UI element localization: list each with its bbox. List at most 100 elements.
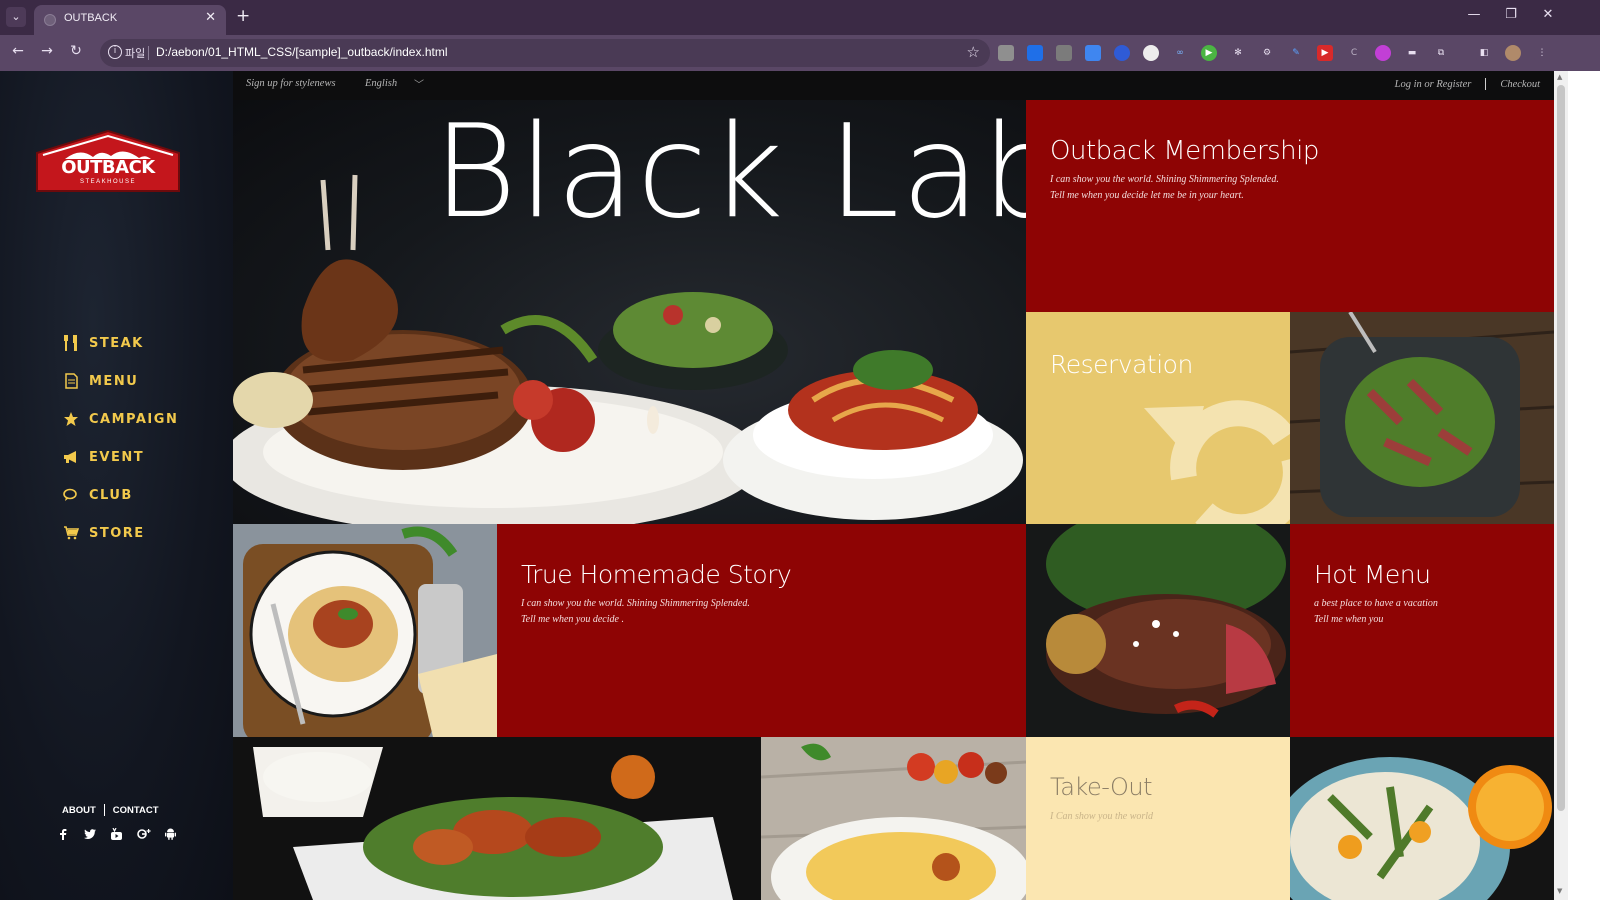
main-nav: STEAK MENU CAMPAIGN EVENT CLUB STORE [62, 324, 178, 552]
youtube-icon[interactable] [103, 825, 130, 843]
outback-logo[interactable]: OUTBACK STEAKHOUSE [35, 129, 181, 195]
browser-toolbar: ← → ↻ i 파일 D:/aebon/01_HTML_CSS/[sample]… [0, 35, 1600, 71]
pasta-board-image [233, 524, 497, 737]
hot-menu-tile[interactable]: Hot Menu a best place to have a vacation… [1290, 524, 1554, 737]
side-panel-icon[interactable]: ◧ [1476, 45, 1492, 61]
extension-icon[interactable]: ▶ [1317, 45, 1333, 61]
hero-title: Black Label [433, 100, 1026, 247]
pen-icon[interactable]: ✎ [1288, 45, 1304, 61]
nav-item-steak[interactable]: STEAK [62, 324, 178, 362]
takeout-tile[interactable]: Take-Out I Can show you the world [1026, 737, 1290, 900]
salad-plate-image [1290, 312, 1554, 524]
bookmark-star-icon[interactable]: ☆ [967, 43, 980, 61]
google-plus-icon[interactable] [130, 825, 157, 843]
play-extension-icon[interactable]: ▶ [1201, 45, 1217, 61]
forward-icon[interactable]: → [37, 43, 57, 59]
minimize-icon[interactable]: — [1464, 7, 1484, 22]
extension-icon[interactable] [1375, 45, 1391, 61]
gear-icon[interactable]: ⚙ [1259, 45, 1275, 61]
contact-link[interactable]: CONTACT [113, 805, 159, 816]
scroll-up-icon[interactable]: ▲ [1557, 73, 1562, 81]
web-page: OUTBACK STEAKHOUSE STEAK MENU CAMPAIGN E… [0, 71, 1600, 900]
page-scrollbar[interactable]: ▲ ▼ [1554, 71, 1568, 900]
membership-tile[interactable]: Outback Membership I can show you the wo… [1026, 100, 1554, 312]
checkout-link[interactable]: Checkout [1500, 79, 1540, 90]
nav-label: STORE [89, 525, 145, 541]
tab-title: OUTBACK [64, 12, 118, 24]
nav-item-campaign[interactable]: CAMPAIGN [62, 400, 178, 438]
megaphone-icon [62, 448, 80, 466]
story-text-2: Tell me when you decide . [521, 614, 624, 625]
about-link[interactable]: ABOUT [62, 805, 96, 816]
window-close-icon[interactable]: ✕ [1538, 7, 1558, 22]
nav-label: STEAK [89, 335, 144, 351]
new-tab-button[interactable]: + [236, 6, 250, 26]
close-tab-icon[interactable]: ✕ [205, 10, 216, 25]
link-icon[interactable]: ∞ [1172, 45, 1188, 61]
chevron-down-icon[interactable]: ﹀ [414, 76, 424, 91]
url-text[interactable]: D:/aebon/01_HTML_CSS/[sample]_outback/in… [156, 45, 448, 59]
homemade-story-tile[interactable]: True Homemade Story I can show you the w… [497, 524, 1026, 737]
twitter-icon[interactable] [76, 825, 103, 843]
hotmenu-title: Hot Menu [1314, 560, 1431, 589]
salmon-salad-image [233, 737, 761, 900]
login-register-link[interactable]: Log in or Register [1395, 79, 1472, 90]
kebab-menu-icon[interactable]: ⋮ [1534, 45, 1550, 61]
language-select[interactable]: English [365, 78, 397, 89]
android-icon[interactable] [157, 825, 184, 843]
reload-icon[interactable]: ↻ [66, 43, 86, 59]
membership-text-1: I can show you the world. Shining Shimme… [1050, 174, 1279, 185]
nav-item-event[interactable]: EVENT [62, 438, 178, 476]
refresh-icon [1144, 400, 1290, 524]
account-divider [1485, 78, 1487, 90]
extension-icon[interactable] [1114, 45, 1130, 61]
newsletter-link[interactable]: Sign up for stylenews [246, 78, 336, 89]
nav-label: CAMPAIGN [89, 411, 179, 427]
extension-icon[interactable]: ▬ [1404, 45, 1420, 61]
nav-label: EVENT [89, 449, 145, 465]
nav-item-club[interactable]: CLUB [62, 476, 178, 514]
browser-tab-strip: ⌄ OUTBACK ✕ + — ❐ ✕ [0, 0, 1600, 35]
hero-black-label-tile[interactable]: Black Label [233, 100, 1026, 524]
facebook-icon[interactable] [49, 825, 76, 843]
extension-icon[interactable]: ✻ [1230, 45, 1246, 61]
extension-icon[interactable] [1056, 45, 1072, 61]
document-icon [62, 372, 80, 390]
nav-label: CLUB [89, 487, 133, 503]
citrus-salad-image [1290, 737, 1554, 900]
restore-icon[interactable]: ❐ [1501, 7, 1521, 22]
footer-links: ABOUT CONTACT [62, 804, 159, 816]
reservation-tile[interactable]: Reservation [1026, 312, 1290, 524]
tab-search-button[interactable]: ⌄ [6, 7, 26, 27]
extension-icon[interactable] [1085, 45, 1101, 61]
extension-icon[interactable] [1027, 45, 1043, 61]
takeout-text: I Can show you the world [1050, 811, 1154, 822]
info-icon[interactable]: i [108, 45, 122, 59]
nav-item-store[interactable]: STORE [62, 514, 178, 552]
star-icon [62, 410, 80, 428]
nav-item-menu[interactable]: MENU [62, 362, 178, 400]
takeout-title: Take-Out [1050, 773, 1153, 801]
hotmenu-text-2: Tell me when you [1314, 614, 1384, 625]
extension-icon[interactable] [998, 45, 1014, 61]
utility-bar: Sign up for stylenews English ﹀ Log in o… [233, 71, 1554, 100]
hotmenu-text-1: a best place to have a vacation [1314, 598, 1438, 609]
scroll-down-icon[interactable]: ▼ [1557, 887, 1562, 895]
globe-icon [44, 14, 56, 26]
puzzle-icon[interactable]: ⧉ [1433, 45, 1449, 61]
logo-tagline: STEAKHOUSE [79, 179, 136, 185]
back-icon[interactable]: ← [8, 43, 28, 59]
address-bar[interactable]: i 파일 D:/aebon/01_HTML_CSS/[sample]_outba… [100, 39, 990, 67]
extension-icon[interactable] [1143, 45, 1159, 61]
address-divider [148, 46, 149, 60]
url-scheme-label: 파일 [125, 47, 146, 60]
profile-avatar[interactable] [1505, 45, 1521, 61]
extension-icon[interactable]: C [1346, 45, 1362, 61]
story-text-1: I can show you the world. Shining Shimme… [521, 598, 750, 609]
window-edge [1568, 71, 1600, 900]
nav-label: MENU [89, 373, 139, 389]
logo-wordmark: OUTBACK [61, 157, 155, 178]
browser-tab[interactable]: OUTBACK ✕ [34, 5, 226, 35]
fettuccine-image [761, 737, 1026, 900]
scroll-thumb[interactable] [1557, 85, 1565, 811]
